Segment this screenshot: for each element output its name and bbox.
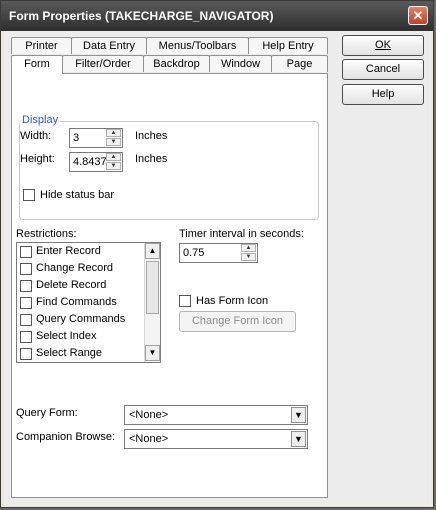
change-form-icon-button[interactable]: Change Form Icon [179, 311, 296, 332]
tab-window[interactable]: Window [209, 55, 272, 72]
tab-menus-toolbars[interactable]: Menus/Toolbars [146, 37, 249, 54]
form-properties-dialog: Form Properties (TAKECHARGE_NAVIGATOR) ✕… [0, 0, 434, 508]
hide-status-bar-label: Hide status bar [40, 189, 114, 201]
tab-backdrop[interactable]: Backdrop [143, 55, 210, 72]
scroll-thumb[interactable] [146, 261, 159, 314]
spin-up-icon[interactable]: ▲ [106, 153, 121, 161]
width-label: Width: [20, 130, 52, 142]
display-group [19, 121, 319, 220]
tab-printer[interactable]: Printer [11, 37, 72, 54]
spin-down-icon[interactable]: ▼ [241, 253, 256, 261]
display-legend: Display [20, 114, 61, 126]
tab-form[interactable]: Form [11, 55, 63, 74]
checkbox[interactable] [20, 297, 32, 309]
form-tab-panel: Display Width: 3 ▲ ▼ Inches Height: 4.84… [11, 73, 328, 498]
height-label: Height: [20, 153, 55, 165]
width-spinner[interactable]: 3 ▲ ▼ [69, 128, 123, 148]
query-form-label: Query Form: [16, 407, 78, 419]
timer-label: Timer interval in seconds: [179, 228, 304, 240]
chevron-down-icon[interactable]: ▼ [291, 431, 306, 447]
checkbox[interactable] [20, 246, 32, 258]
cancel-button[interactable]: Cancel [342, 59, 424, 80]
tab-data-entry[interactable]: Data Entry [71, 37, 147, 54]
spin-up-icon[interactable]: ▲ [106, 129, 121, 137]
tab-filter-order[interactable]: Filter/Order [62, 55, 144, 72]
restrictions-label: Restrictions: [16, 228, 77, 240]
has-form-icon-label: Has Form Icon [196, 295, 269, 307]
width-unit-label: Inches [135, 130, 168, 142]
tab-help-entry[interactable]: Help Entry [248, 37, 328, 54]
ok-button[interactable]: OK [342, 35, 424, 56]
tab-page[interactable]: Page [271, 55, 328, 72]
has-form-icon-checkbox[interactable] [179, 295, 191, 307]
window-title: Form Properties (TAKECHARGE_NAVIGATOR) [9, 9, 274, 23]
height-unit-label: Inches [135, 153, 168, 165]
close-icon: ✕ [412, 8, 424, 23]
timer-value: 0.75 [183, 247, 205, 259]
height-spinner[interactable]: 4.8437 ▲ ▼ [69, 152, 123, 172]
query-form-value: <None> [129, 409, 169, 421]
scroll-down-icon[interactable]: ▼ [145, 345, 160, 361]
height-value: 4.8437 [73, 156, 107, 168]
scroll-up-icon[interactable]: ▲ [145, 243, 160, 259]
spin-down-icon[interactable]: ▼ [106, 162, 121, 170]
chevron-down-icon[interactable]: ▼ [291, 407, 306, 423]
checkbox[interactable] [20, 263, 32, 275]
checkbox[interactable] [20, 314, 32, 326]
close-button[interactable]: ✕ [408, 6, 428, 25]
checkbox[interactable] [20, 348, 32, 360]
companion-browse-label: Companion Browse: [16, 431, 116, 443]
dialog-client-area: Printer Data Entry Menus/Toolbars Help E… [4, 31, 431, 505]
timer-spinner[interactable]: 0.75 ▲ ▼ [179, 243, 258, 263]
spin-down-icon[interactable]: ▼ [106, 138, 121, 146]
restrictions-list[interactable]: Enter Record Change Record Delete Record… [16, 242, 161, 363]
hide-status-bar-checkbox[interactable] [23, 189, 35, 201]
list-scrollbar[interactable]: ▲ ▼ [144, 243, 160, 362]
query-form-select[interactable]: <None> ▼ [124, 405, 308, 425]
width-value: 3 [73, 132, 80, 144]
spin-up-icon[interactable]: ▲ [241, 244, 256, 252]
checkbox[interactable] [20, 280, 32, 292]
companion-browse-select[interactable]: <None> ▼ [124, 429, 308, 449]
help-button[interactable]: Help [342, 84, 424, 105]
companion-browse-value: <None> [129, 433, 169, 445]
title-bar: Form Properties (TAKECHARGE_NAVIGATOR) ✕ [1, 1, 433, 31]
checkbox[interactable] [20, 331, 32, 343]
